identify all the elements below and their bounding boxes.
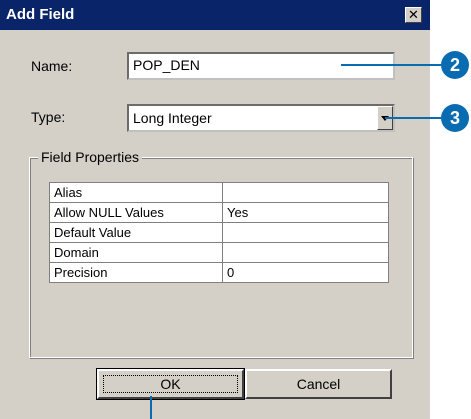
table-row[interactable]: Alias — [49, 182, 389, 203]
property-value[interactable]: Yes — [222, 202, 389, 223]
dialog-title: Add Field — [6, 6, 75, 23]
type-label: Type: — [31, 109, 66, 125]
table-row[interactable]: Precision 0 — [49, 262, 389, 283]
table-row[interactable]: Allow NULL Values Yes — [49, 202, 389, 223]
property-value[interactable] — [222, 222, 389, 243]
field-properties-label: Field Properties — [38, 149, 143, 165]
table-row[interactable]: Default Value — [49, 222, 389, 243]
callout-line-ok — [150, 396, 152, 419]
property-key: Domain — [49, 242, 223, 263]
type-selected-value: Long Integer — [133, 110, 212, 126]
name-label: Name: — [31, 58, 73, 74]
name-input[interactable]: POP_DEN — [127, 52, 395, 80]
field-properties-group: Field Properties Alias Allow NULL Values… — [29, 149, 413, 358]
title-bar: Add Field ✕ — [0, 0, 430, 30]
cancel-button[interactable]: Cancel — [245, 369, 392, 399]
property-key: Allow NULL Values — [49, 202, 223, 223]
properties-table: Alias Allow NULL Values Yes Default Valu… — [49, 182, 389, 283]
close-icon[interactable]: ✕ — [405, 7, 422, 23]
callout-2: 2 — [441, 51, 469, 79]
property-key: Default Value — [49, 222, 223, 243]
type-select[interactable]: Long Integer — [127, 104, 395, 132]
property-key: Precision — [49, 262, 223, 283]
focus-rect — [103, 375, 238, 393]
property-key: Alias — [49, 182, 223, 203]
property-value[interactable]: 0 — [222, 262, 389, 283]
callout-line-3 — [385, 117, 443, 119]
callout-3: 3 — [441, 104, 469, 132]
callout-line-2 — [341, 64, 444, 66]
property-value[interactable] — [222, 182, 389, 203]
table-row[interactable]: Domain — [49, 242, 389, 263]
ok-button[interactable]: OK — [96, 368, 245, 400]
add-field-dialog: Add Field ✕ Name: POP_DEN Type: Long Int… — [0, 0, 430, 419]
property-value[interactable] — [222, 242, 389, 263]
